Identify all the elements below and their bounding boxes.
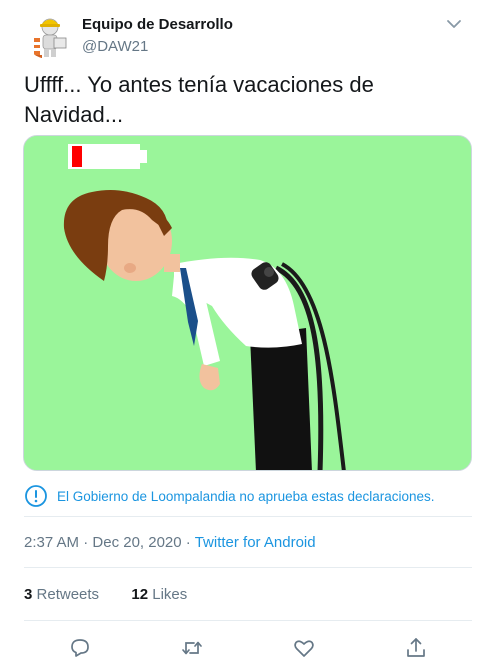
- divider: [24, 516, 472, 517]
- chevron-down-icon[interactable]: [444, 14, 464, 34]
- tweet-source[interactable]: Twitter for Android: [195, 534, 316, 551]
- tweet-meta: 2:37 AM · Dec 20, 2020 · Twitter for And…: [24, 534, 316, 551]
- notice-text[interactable]: El Gobierno de Loompalandia no aprueba e…: [57, 489, 435, 504]
- battery-low-icon: [68, 144, 147, 169]
- retweets-stat[interactable]: 3 Retweets: [24, 586, 99, 603]
- like-icon[interactable]: [292, 636, 316, 660]
- reply-icon[interactable]: [68, 636, 92, 660]
- tweet-header: Equipo de Desarrollo @DAW21: [24, 10, 464, 60]
- tweet-time[interactable]: 2:37 AM: [24, 534, 79, 551]
- tweet-date[interactable]: Dec 20, 2020: [92, 534, 181, 551]
- tweet-text: Uffff... Yo antes tenía vacaciones de Na…: [24, 72, 374, 127]
- tweet-image[interactable]: [23, 135, 472, 471]
- tweet-actions: [0, 636, 480, 660]
- share-icon[interactable]: [404, 636, 428, 660]
- likes-stat[interactable]: 12 Likes: [131, 586, 187, 603]
- likes-count: 12: [131, 586, 149, 603]
- exclamation-circle-icon: [25, 485, 47, 507]
- retweet-icon[interactable]: [180, 636, 204, 660]
- tweet-notice[interactable]: El Gobierno de Loompalandia no aprueba e…: [24, 484, 435, 508]
- retweets-count: 3: [24, 586, 33, 603]
- tweet-stats: 3 Retweets 12 Likes: [24, 586, 187, 603]
- divider: [24, 567, 472, 568]
- tired-man-with-plug-battery-low-icon: [24, 136, 471, 470]
- divider: [24, 620, 472, 621]
- likes-label: Likes: [152, 586, 188, 603]
- author-display-name[interactable]: Equipo de Desarrollo: [82, 16, 233, 33]
- avatar[interactable]: [24, 10, 73, 59]
- meta-separator: ·: [83, 534, 89, 551]
- construction-worker-avatar-icon: [24, 10, 73, 59]
- retweets-label: Retweets: [36, 586, 100, 603]
- meta-separator: ·: [185, 534, 191, 551]
- author-handle[interactable]: @DAW21: [82, 38, 148, 55]
